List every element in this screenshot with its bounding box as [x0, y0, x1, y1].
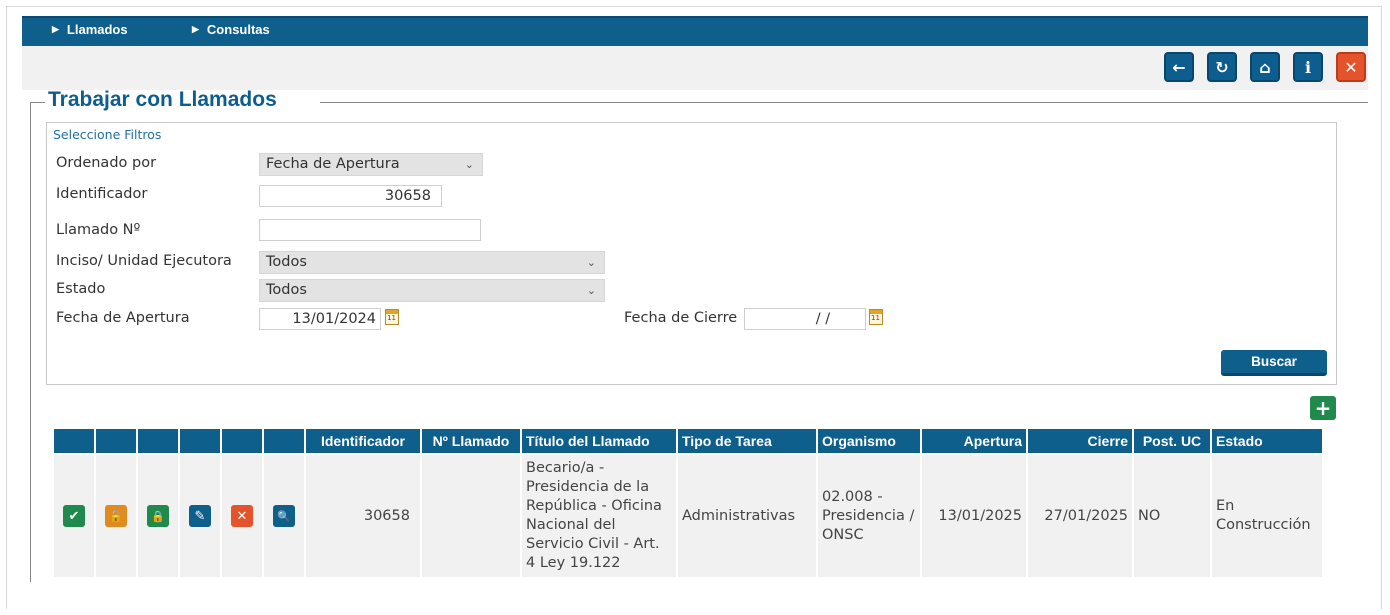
column-header-identificador[interactable]: Identificador	[306, 429, 420, 453]
nav-item-consultas[interactable]: ▶ Consultas	[192, 22, 270, 37]
home-button[interactable]: ⌂	[1250, 52, 1280, 82]
estado-select[interactable]: Todos ⌄	[259, 279, 605, 302]
nav-item-llamados[interactable]: ▶ Llamados	[52, 22, 128, 37]
column-header-apertura[interactable]: Apertura	[922, 429, 1026, 453]
column-header	[138, 429, 178, 453]
column-header	[180, 429, 220, 453]
column-header	[222, 429, 262, 453]
fecha-apertura-label: Fecha de Apertura	[56, 310, 190, 326]
identificador-label: Identificador	[56, 186, 148, 202]
back-icon: ←	[1172, 57, 1186, 77]
results-table: Identificador Nº Llamado Título del Llam…	[52, 427, 1324, 579]
column-header	[96, 429, 136, 453]
chevron-down-icon: ⌄	[464, 158, 474, 171]
fieldset-border	[320, 102, 1368, 103]
table-header-row: Identificador Nº Llamado Título del Llam…	[54, 429, 1322, 453]
plus-icon: +	[1314, 396, 1332, 420]
fieldset-border	[30, 102, 45, 103]
filters-legend: Seleccione Filtros	[53, 127, 162, 142]
lock-icon[interactable]: 🔒	[147, 505, 169, 527]
fieldset-border	[30, 102, 31, 582]
add-button[interactable]: +	[1310, 396, 1336, 420]
column-header-organismo[interactable]: Organismo	[818, 429, 920, 453]
cell-no-llamado	[422, 455, 520, 577]
column-header	[54, 429, 94, 453]
refresh-button[interactable]: ↻	[1207, 52, 1237, 82]
filters-panel	[46, 122, 1337, 385]
cell-apertura: 13/01/2025	[922, 455, 1026, 577]
nav-item-label: Llamados	[66, 22, 128, 37]
table-row: ✔ 🔓 🔒 ✎ ✕ 🔍 30658 Becario/a - Presidenci…	[54, 455, 1322, 577]
top-nav-bar: ▶ Llamados ▶ Consultas	[22, 16, 1368, 46]
llamado-no-input[interactable]	[259, 219, 481, 241]
inciso-value: Todos	[266, 254, 307, 270]
cell-identificador: 30658	[306, 455, 420, 577]
triangle-right-icon: ▶	[52, 24, 59, 34]
column-header-post-uc[interactable]: Post. UC	[1134, 429, 1210, 453]
calendar-icon[interactable]: 11	[385, 309, 399, 325]
chevron-down-icon: ⌄	[586, 256, 596, 269]
column-header	[264, 429, 304, 453]
fecha-cierre-input[interactable]: / /	[744, 308, 866, 330]
column-header-tipo-tarea[interactable]: Tipo de Tarea	[678, 429, 816, 453]
ordenado-por-value: Fecha de Apertura	[266, 156, 400, 172]
close-icon: ✕	[1344, 57, 1358, 77]
home-icon: ⌂	[1259, 57, 1271, 77]
action-cell: 🔍	[264, 455, 304, 577]
fecha-apertura-input[interactable]: 13/01/2024	[259, 308, 381, 330]
triangle-right-icon: ▶	[192, 24, 199, 34]
close-button[interactable]: ✕	[1336, 52, 1366, 82]
nav-item-label: Consultas	[206, 22, 270, 37]
cell-titulo: Becario/a - Presidencia de la República …	[522, 455, 676, 577]
ordenado-por-select[interactable]: Fecha de Apertura ⌄	[259, 153, 483, 176]
calendar-icon[interactable]: 11	[869, 309, 883, 325]
info-button[interactable]: i	[1293, 52, 1323, 82]
cell-tipo-tarea: Administrativas	[678, 455, 816, 577]
column-header-estado[interactable]: Estado	[1212, 429, 1322, 453]
delete-icon[interactable]: ✕	[231, 505, 253, 527]
edit-icon[interactable]: ✎	[189, 505, 211, 527]
lock-open-icon[interactable]: 🔓	[105, 505, 127, 527]
cell-estado: En Construcción	[1212, 455, 1322, 577]
search-button[interactable]: Buscar	[1221, 350, 1327, 376]
view-icon[interactable]: 🔍	[273, 505, 295, 527]
inciso-select[interactable]: Todos ⌄	[259, 251, 605, 274]
page-title: Trabajar con Llamados	[48, 88, 277, 111]
approve-icon[interactable]: ✔	[63, 505, 85, 527]
info-icon: i	[1304, 57, 1312, 77]
identificador-input[interactable]: 30658	[259, 185, 442, 207]
back-button[interactable]: ←	[1164, 52, 1194, 82]
column-header-no-llamado[interactable]: Nº Llamado	[422, 429, 520, 453]
action-cell: ✕	[222, 455, 262, 577]
refresh-icon: ↻	[1215, 57, 1229, 77]
cell-organismo: 02.008 - Presidencia / ONSC	[818, 455, 920, 577]
estado-label: Estado	[56, 281, 106, 297]
column-header-cierre[interactable]: Cierre	[1028, 429, 1132, 453]
inciso-label: Inciso/ Unidad Ejecutora	[56, 253, 232, 269]
action-cell: ✔	[54, 455, 94, 577]
cell-post-uc: NO	[1134, 455, 1210, 577]
column-header-titulo[interactable]: Título del Llamado	[522, 429, 676, 453]
fecha-cierre-label: Fecha de Cierre	[624, 310, 738, 326]
action-cell: 🔒	[138, 455, 178, 577]
chevron-down-icon: ⌄	[586, 284, 596, 297]
ordenado-por-label: Ordenado por	[56, 155, 157, 171]
action-cell: ✎	[180, 455, 220, 577]
llamado-no-label: Llamado Nº	[56, 222, 141, 238]
estado-value: Todos	[266, 282, 307, 298]
action-cell: 🔓	[96, 455, 136, 577]
cell-cierre: 27/01/2025	[1028, 455, 1132, 577]
